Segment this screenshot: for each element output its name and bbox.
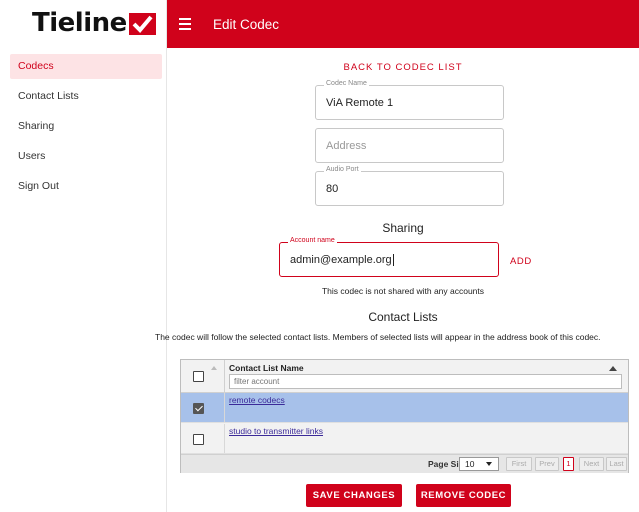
sidebar-item-users[interactable]: Users (10, 144, 162, 169)
row-checkbox[interactable] (193, 403, 204, 414)
audio-port-field[interactable]: Audio Port 80 (315, 166, 504, 206)
table-header: Contact List Name (181, 360, 628, 393)
sidebar-item-sharing[interactable]: Sharing (10, 114, 162, 139)
contact-list-link[interactable]: studio to transmitter links (229, 426, 323, 436)
add-account-button[interactable]: ADD (510, 256, 532, 267)
first-page-button[interactable]: First (506, 457, 532, 471)
back-to-codec-list-link[interactable]: BACK TO CODEC LIST (167, 62, 639, 73)
filter-account-input[interactable] (229, 374, 622, 389)
contact-lists-heading: Contact Lists (368, 310, 438, 324)
sidebar-item-sign-out[interactable]: Sign Out (10, 174, 162, 199)
last-page-button[interactable]: Last (606, 457, 627, 471)
contact-list-link[interactable]: remote codecs (229, 395, 285, 405)
page-title: Edit Codec (213, 16, 280, 32)
logo-text: Tieline (32, 8, 127, 38)
sidebar-item-contact-lists[interactable]: Contact Lists (10, 84, 162, 109)
sharing-status-text: This codec is not shared with any accoun… (321, 286, 485, 296)
checkmark-logo-icon (128, 13, 156, 35)
contact-lists-description: The codec will follow the selected conta… (155, 332, 601, 342)
prev-page-button[interactable]: Prev (535, 457, 559, 471)
address-field[interactable]: Address (315, 128, 504, 163)
codec-name-value: ViA Remote 1 (326, 96, 394, 109)
address-placeholder: Address (326, 139, 367, 152)
account-name-input[interactable]: Account name admin@example.org (279, 237, 499, 277)
column-divider (224, 424, 225, 453)
main-content: BACK TO CODEC LIST Codec Name ViA Remote… (155, 48, 639, 512)
remove-codec-button[interactable]: REMOVE CODEC (416, 484, 511, 507)
row-checkbox[interactable] (193, 434, 204, 445)
checkbox-sort-icon (211, 366, 217, 370)
column-divider (224, 393, 225, 422)
save-changes-button[interactable]: SAVE CHANGES (306, 484, 402, 507)
top-app-bar: Edit Codec (167, 0, 639, 48)
select-all-checkbox[interactable] (193, 371, 204, 382)
hamburger-icon[interactable] (179, 18, 207, 30)
table-row[interactable]: studio to transmitter links (181, 424, 628, 454)
sidebar-item-codecs[interactable]: Codecs (10, 54, 162, 79)
table-row[interactable]: remote codecs (181, 393, 628, 423)
sort-ascending-icon[interactable] (609, 366, 617, 371)
codec-name-field[interactable]: Codec Name ViA Remote 1 (315, 80, 504, 120)
account-name-value: admin@example.org (290, 253, 394, 266)
contact-lists-table: Contact List Name remote codecs studio t… (180, 359, 629, 473)
contact-list-name-column-header[interactable]: Contact List Name (229, 363, 304, 373)
sidebar-nav: Codecs Contact Lists Sharing Users Sign … (10, 54, 162, 204)
page-size-select[interactable]: 10 (459, 457, 499, 471)
audio-port-value: 80 (326, 182, 339, 195)
next-page-button[interactable]: Next (579, 457, 604, 471)
sidebar: Tieline Codecs Contact Lists Sharing Use… (0, 0, 167, 512)
pagination-bar: Page Size 10 First Prev 1 Next Last (181, 454, 628, 473)
logo: Tieline (32, 8, 156, 38)
column-divider (224, 360, 225, 392)
sharing-heading: Sharing (382, 221, 424, 235)
current-page-button[interactable]: 1 (563, 457, 574, 471)
